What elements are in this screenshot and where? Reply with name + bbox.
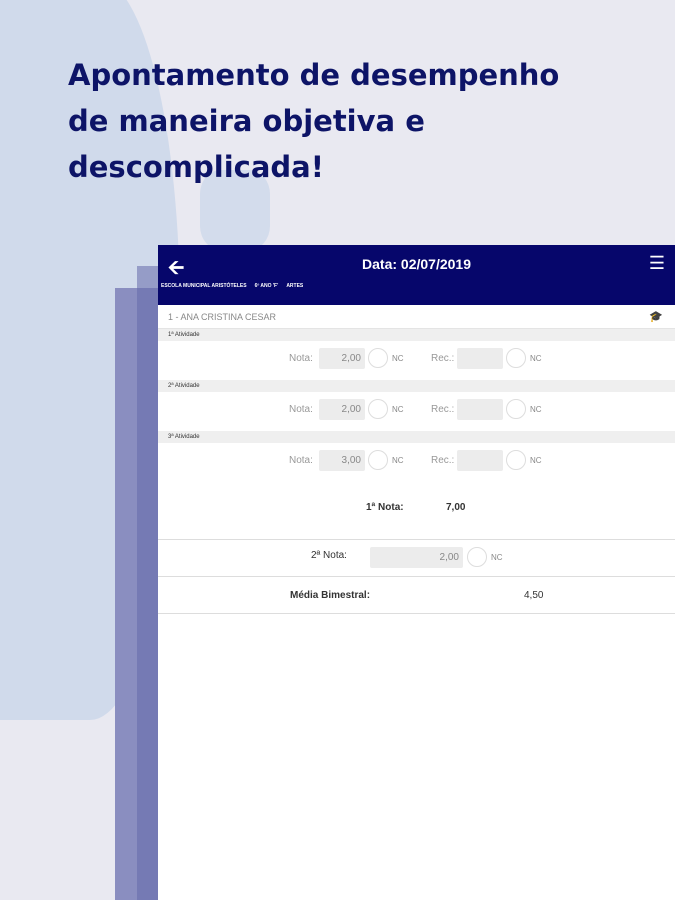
grade-input[interactable]: 2,00 [319,348,365,369]
headline: Apontamento de desempenho de maneira obj… [68,52,668,190]
recovery-label: Rec.: [431,353,455,364]
activity-row: Nota: 2,00 NC Rec.: NC [158,392,675,431]
first-grade-row: 1ª Nota: 7,00 [158,488,675,540]
nc-label: NC [530,354,542,363]
recovery-input[interactable] [457,399,503,420]
recovery-input[interactable] [457,450,503,471]
breadcrumb-school: ESCOLA MUNICIPAL ARISTÓTELES [161,283,247,289]
activity-row: Nota: 2,00 NC Rec.: NC [158,341,675,380]
nc-radio[interactable] [506,450,526,470]
average-label: Média Bimestral: [290,590,371,601]
second-grade-input[interactable]: 2,00 [370,547,463,568]
recovery-input[interactable] [457,348,503,369]
nc-label: NC [392,405,404,414]
student-row[interactable]: 1 - ANA CRISTINA CESAR 🎓 [158,305,675,329]
nc-radio[interactable] [368,399,388,419]
nc-label: NC [491,553,503,562]
first-grade-value: 7,00 [446,502,466,513]
nc-radio[interactable] [368,348,388,368]
breadcrumb-class: 6º ANO 'F' [254,283,279,289]
nc-label: NC [530,456,542,465]
recovery-label: Rec.: [431,455,455,466]
nc-radio[interactable] [467,547,487,567]
nc-label: NC [392,456,404,465]
headline-line: Apontamento de desempenho [68,58,560,92]
first-grade-label: 1ª Nota: [366,502,404,513]
hamburger-menu-icon[interactable]: ☰ [649,253,665,274]
headline-line: de maneira objetiva e [68,104,425,138]
nc-radio[interactable] [506,399,526,419]
grade-label: Nota: [289,455,313,466]
nc-radio[interactable] [368,450,388,470]
breadcrumb: ESCOLA MUNICIPAL ARISTÓTELES 6º ANO 'F' … [161,283,303,289]
nc-label: NC [530,405,542,414]
second-grade-label: 2ª Nota: [311,550,347,561]
headline-line: descomplicada! [68,150,324,184]
grade-label: Nota: [289,404,313,415]
activity-header: 2ª Atividade [158,380,675,392]
student-name: 1 - ANA CRISTINA CESAR [168,311,277,322]
breadcrumb-subject: ARTES [286,283,304,289]
activity-row: Nota: 3,00 NC Rec.: NC [158,443,675,482]
grade-label: Nota: [289,353,313,364]
activity-header: 3ª Atividade [158,431,675,443]
second-grade-row: 2ª Nota: 2,00 NC [158,540,675,577]
average-row: Média Bimestral: 4,50 [158,577,675,614]
average-value: 4,50 [524,590,544,601]
page-title: Data: 02/07/2019 [362,256,471,272]
nc-label: NC [392,354,404,363]
grade-input[interactable]: 2,00 [319,399,365,420]
activities-list: 1ª Atividade Nota: 2,00 NC Rec.: NC 2ª A… [158,329,675,482]
graduation-cap-icon[interactable]: 🎓 [649,310,663,323]
grade-input[interactable]: 3,00 [319,450,365,471]
app-screen: 🡨 Data: 02/07/2019 ☰ ESCOLA MUNICIPAL AR… [158,245,675,900]
activity-header: 1ª Atividade [158,329,675,341]
recovery-label: Rec.: [431,404,455,415]
top-bar: 🡨 Data: 02/07/2019 ☰ ESCOLA MUNICIPAL AR… [158,245,675,305]
nc-radio[interactable] [506,348,526,368]
